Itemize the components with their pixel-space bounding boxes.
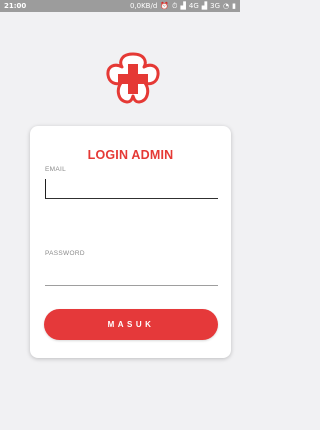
alarm-icon: ⏰ — [160, 2, 169, 10]
signal-icon: ▟ — [180, 2, 186, 10]
status-bar: 21:00 0,0KB/d ⏰ ⏱ ▟ 4G ▟ 3G ◔ ▮ — [0, 0, 240, 12]
password-label: PASSWORD — [45, 250, 85, 257]
alarm-icon-2: ⏱ — [172, 2, 178, 10]
app-logo — [101, 50, 165, 108]
status-indicators: 0,0KB/d ⏰ ⏱ ▟ 4G ▟ 3G ◔ ▮ — [130, 0, 236, 12]
email-label: EMAIL — [45, 166, 67, 173]
battery-icon: ▮ — [232, 2, 236, 10]
network-speed: 0,0KB/d — [129, 2, 158, 10]
login-title: LOGIN ADMIN — [87, 148, 174, 162]
signal-icon-2: ▟ — [201, 2, 208, 10]
network-type-2: 3G — [210, 2, 221, 10]
network-type-1: 4G — [188, 2, 199, 10]
wifi-icon: ◔ — [223, 2, 230, 10]
email-input[interactable] — [45, 179, 218, 199]
login-submit-button[interactable]: MASUK — [44, 309, 218, 340]
red-cross-flower-logo-icon — [106, 52, 160, 104]
status-time: 21:00 — [4, 2, 27, 10]
login-card: LOGIN ADMIN EMAIL PASSWORD MASUK — [30, 126, 231, 358]
password-input[interactable] — [45, 266, 218, 286]
